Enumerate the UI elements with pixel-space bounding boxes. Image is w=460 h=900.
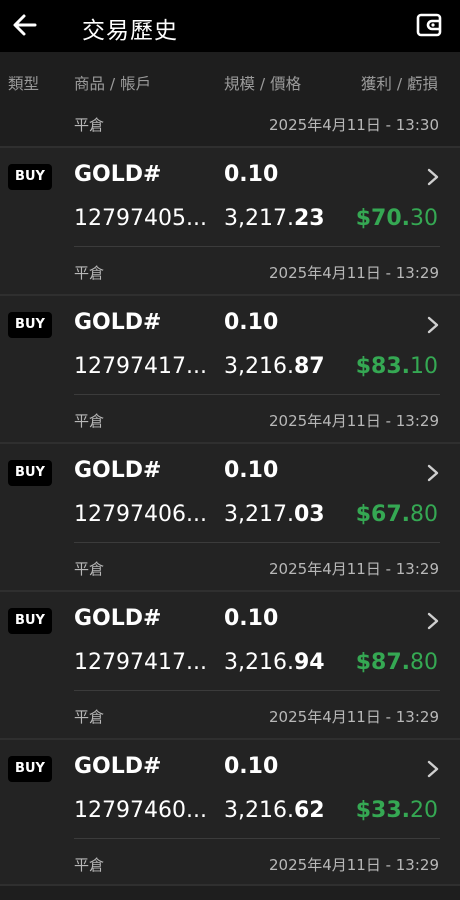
row-divider — [74, 394, 440, 395]
app-bar: 交易歷史 — [0, 0, 460, 52]
column-type: 類型 — [8, 75, 40, 93]
row-divider — [74, 246, 440, 247]
deal-profit: $70.30 — [356, 206, 438, 231]
chevron-right-icon[interactable] — [424, 166, 442, 188]
close-time: 2025年4月11日 - 13:29 — [269, 560, 439, 578]
price-fraction: 87 — [293, 354, 325, 379]
row-divider — [74, 542, 440, 543]
deal-account: 12797406... — [74, 502, 207, 527]
profit-fraction: 20 — [410, 798, 438, 823]
close-label: 平倉 — [74, 708, 105, 726]
side-badge: BUY — [8, 164, 52, 190]
deal-row[interactable]: BUY GOLD# 0.10 12797417... 3,216.87 $83.10 平倉 2… — [0, 294, 460, 442]
close-time: 2025年4月11日 - 13:29 — [269, 264, 439, 282]
deal-account: 12797417... — [74, 650, 207, 675]
profit-integer: $67. — [355, 502, 410, 527]
deal-volume: 0.10 — [224, 458, 279, 483]
side-badge: BUY — [8, 756, 52, 782]
previous-deal-footer[interactable]: 平倉 2025年4月11日 - 13:30 — [0, 110, 460, 146]
price-fraction: 03 — [293, 502, 325, 527]
close-label: 平倉 — [74, 560, 105, 578]
deal-volume: 0.10 — [224, 310, 279, 335]
side-badge: BUY — [8, 460, 52, 486]
deal-row[interactable]: BUY GOLD# 0.10 12797460... 3,216.62 $33.20 平倉 2… — [0, 738, 460, 886]
deal-price: 3,217.23 — [224, 206, 325, 231]
chevron-right-icon[interactable] — [424, 462, 442, 484]
deal-profit: $83.10 — [356, 354, 438, 379]
deal-price: 3,216.94 — [224, 650, 325, 675]
column-product-account: 商品 / 帳戶 — [74, 75, 152, 93]
profit-fraction: 80 — [410, 650, 438, 675]
profit-integer: $87. — [355, 650, 410, 675]
close-label: 平倉 — [74, 116, 105, 134]
arrow-left-icon — [13, 14, 37, 36]
wallet-button[interactable] — [414, 10, 444, 40]
price-integer: 3,217. — [224, 502, 294, 527]
deal-symbol: GOLD# — [74, 310, 162, 335]
profit-fraction: 10 — [410, 354, 438, 379]
chevron-right-icon[interactable] — [424, 610, 442, 632]
deal-symbol: GOLD# — [74, 458, 162, 483]
price-fraction: 62 — [293, 798, 325, 823]
deal-price: 3,216.87 — [224, 354, 325, 379]
deal-profit: $87.80 — [356, 650, 438, 675]
wallet-icon — [416, 13, 442, 37]
deal-profit: $67.80 — [356, 502, 438, 527]
price-fraction: 94 — [293, 650, 325, 675]
close-label: 平倉 — [74, 264, 105, 282]
close-label: 平倉 — [74, 856, 105, 874]
close-time: 2025年4月11日 - 13:29 — [269, 856, 439, 874]
column-size-price: 規模 / 價格 — [224, 75, 302, 93]
deal-row[interactable]: BUY GOLD# 0.10 12797406... 3,217.03 $67.80 平倉 2… — [0, 442, 460, 590]
deal-symbol: GOLD# — [74, 606, 162, 631]
close-time: 2025年4月11日 - 13:29 — [269, 708, 439, 726]
column-header: 類型 商品 / 帳戶 規模 / 價格 獲利 / 虧損 — [0, 52, 460, 110]
deal-price: 3,217.03 — [224, 502, 325, 527]
list-divider — [0, 884, 460, 886]
profit-fraction: 30 — [410, 206, 438, 231]
chevron-right-icon[interactable] — [424, 314, 442, 336]
price-integer: 3,216. — [224, 650, 294, 675]
deal-account: 12797460... — [74, 798, 207, 823]
close-label: 平倉 — [74, 412, 105, 430]
chevron-right-icon[interactable] — [424, 758, 442, 780]
profit-integer: $70. — [355, 206, 410, 231]
deal-account: 12797405... — [74, 206, 207, 231]
deal-symbol: GOLD# — [74, 162, 162, 187]
back-button[interactable] — [10, 10, 40, 40]
side-badge: BUY — [8, 312, 52, 338]
price-integer: 3,217. — [224, 206, 294, 231]
close-time: 2025年4月11日 - 13:30 — [269, 116, 439, 134]
row-divider — [74, 838, 440, 839]
deal-volume: 0.10 — [224, 754, 279, 779]
side-badge: BUY — [8, 608, 52, 634]
deal-price: 3,216.62 — [224, 798, 325, 823]
deal-volume: 0.10 — [224, 606, 279, 631]
column-profit-loss: 獲利 / 虧損 — [360, 75, 438, 93]
deal-volume: 0.10 — [224, 162, 279, 187]
profit-integer: $33. — [355, 798, 410, 823]
price-integer: 3,216. — [224, 354, 294, 379]
profit-fraction: 80 — [410, 502, 438, 527]
page-title: 交易歷史 — [82, 18, 178, 44]
deal-profit: $33.20 — [356, 798, 438, 823]
deal-symbol: GOLD# — [74, 754, 162, 779]
price-integer: 3,216. — [224, 798, 294, 823]
deal-row[interactable]: BUY GOLD# 0.10 12797405... 3,217.23 $70.30 平倉 2… — [0, 146, 460, 294]
deal-account: 12797417... — [74, 354, 207, 379]
profit-integer: $83. — [355, 354, 410, 379]
row-divider — [74, 690, 440, 691]
deal-row[interactable]: BUY GOLD# 0.10 12797417... 3,216.94 $87.80 平倉 2… — [0, 590, 460, 738]
close-time: 2025年4月11日 - 13:29 — [269, 412, 439, 430]
price-fraction: 23 — [293, 206, 325, 231]
